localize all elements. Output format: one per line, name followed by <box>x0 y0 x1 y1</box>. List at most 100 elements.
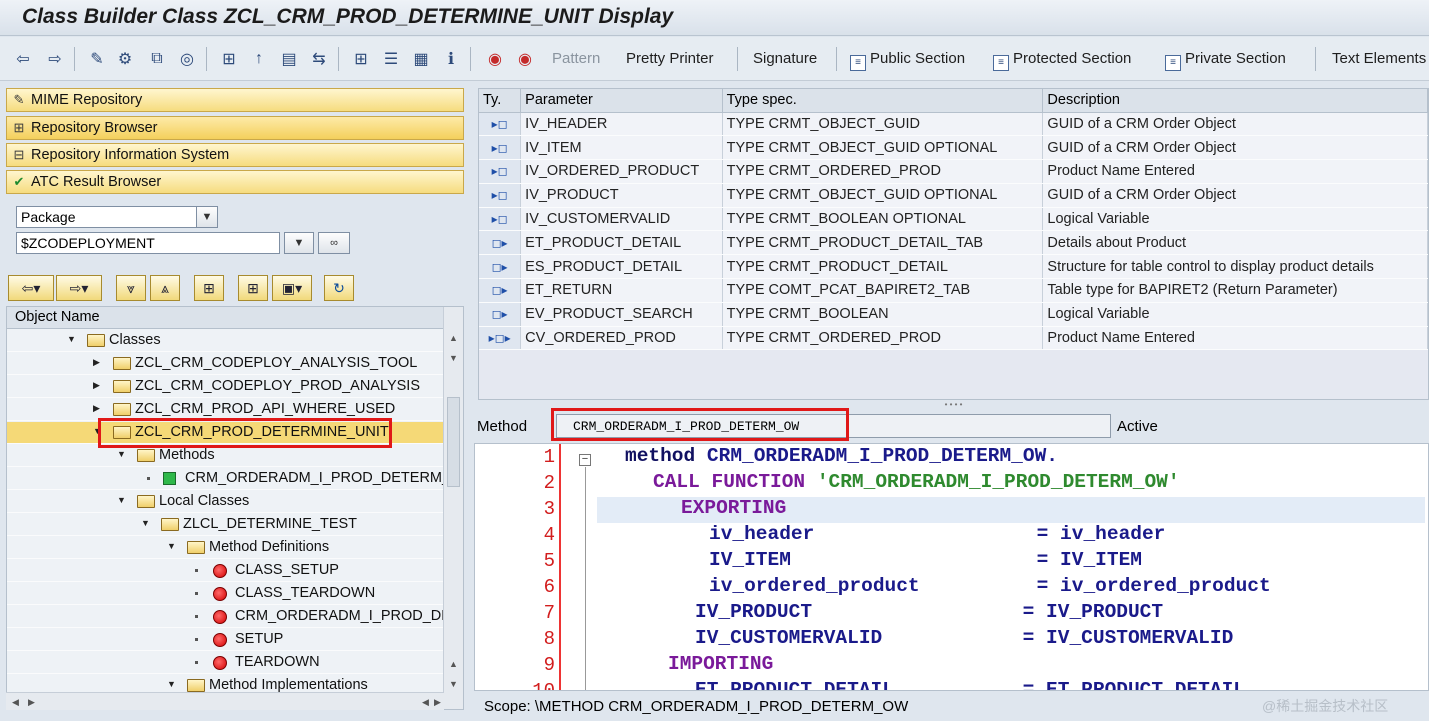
expand-right-icon[interactable]: ▶ <box>93 380 103 391</box>
scroll-right-icon[interactable]: ▶ <box>28 697 35 708</box>
line-number: 5 <box>543 550 555 572</box>
tree-item-local-classes[interactable]: ▼ Local Classes <box>7 491 444 513</box>
scroll-thumb[interactable] <box>447 397 460 487</box>
back-arrow-icon[interactable]: ⇦ <box>12 48 34 70</box>
scroll-left-icon[interactable]: ◀ <box>422 697 429 708</box>
refresh-icon[interactable]: ↻ <box>324 275 354 301</box>
where-used-icon[interactable]: ◎ <box>176 48 198 70</box>
object-name-input[interactable]: $ZCODEPLOYMENT <box>16 232 280 254</box>
tree-item-test-method[interactable]: SETUP <box>7 629 444 651</box>
code-editor[interactable]: 1 2 3 4 5 6 7 8 9 10 − method CRM_ORDERA… <box>474 443 1429 691</box>
scroll-down-icon[interactable]: ▼ <box>449 679 458 689</box>
nav-back-icon[interactable]: ⇦▾ <box>8 275 54 301</box>
table-row[interactable]: ◻▸ ET_PRODUCT_DETAIL TYPE CRMT_PRODUCT_DET… <box>479 230 1428 256</box>
scroll-left-icon[interactable]: ◀ <box>12 697 19 708</box>
private-section-button[interactable]: ≡ Private Section <box>1165 50 1286 71</box>
info-icon[interactable]: ℹ <box>440 48 462 70</box>
table-row[interactable]: ▸◻ IV_HEADER TYPE CRMT_OBJECT_GUID GUID of … <box>479 112 1428 137</box>
repository-information-system-button[interactable]: ⊟ Repository Information System <box>6 143 464 167</box>
display-glasses-icon[interactable]: ∞ <box>318 232 350 254</box>
table-row[interactable]: ◻▸ ES_PRODUCT_DETAIL TYPE CRMT_PRODUCT_DET… <box>479 254 1428 280</box>
scroll-right-icon[interactable]: ▶ <box>434 697 441 708</box>
table-row[interactable]: ▸◻▸ CV_ORDERED_PROD TYPE CRMT_ORDERED_PROD… <box>479 326 1428 351</box>
protected-section-label: Protected Section <box>1013 50 1132 67</box>
toolbar-separator <box>737 47 738 71</box>
source-code-icon[interactable]: ◉ <box>484 48 506 70</box>
table-row[interactable]: ◻▸ EV_PRODUCT_SEARCH TYPE CRMT_BOOLEAN Logi… <box>479 302 1428 327</box>
table-row[interactable]: ▸◻ IV_CUSTOMERVALID TYPE CRMT_BOOLEAN OPTI… <box>479 207 1428 232</box>
tree-vertical-scrollbar[interactable]: ▲ ▼ ▲ ▼ <box>443 307 463 709</box>
forward-arrow-icon[interactable]: ⇨ <box>44 48 66 70</box>
scroll-up-icon[interactable]: ▲ <box>449 659 458 669</box>
tree-item-method-definitions[interactable]: ▼ Method Definitions <box>7 537 444 559</box>
column-header-parameter[interactable]: Parameter <box>520 89 723 113</box>
expand-down-icon[interactable]: ▼ <box>167 679 177 689</box>
importing-param-icon: ▸◻ <box>479 112 522 137</box>
pattern-button[interactable]: Pattern <box>552 50 600 67</box>
object-name-dropdown-icon[interactable]: ▼ <box>284 232 314 254</box>
repository-browser-button[interactable]: ⊞ Repository Browser <box>6 116 464 140</box>
protected-section-button[interactable]: ≡ Protected Section <box>993 50 1131 71</box>
tree-item-classes[interactable]: ▼ Classes <box>7 330 444 352</box>
tree-horizontal-scrollbar[interactable]: ◀ ▶ ◀ ▶ <box>6 692 444 710</box>
tree-item-class[interactable]: ▶ ZCL_CRM_CODEPLOY_ANALYSIS_TOOL <box>7 353 444 375</box>
tree-item-method[interactable]: CRM_ORDERADM_I_PROD_DETERM_OW <box>7 468 444 490</box>
expand-right-icon[interactable]: ▶ <box>93 403 103 414</box>
other-object-icon[interactable]: ⚙ <box>114 48 136 70</box>
expand-down-icon[interactable]: ▼ <box>141 518 151 528</box>
expand-down-icon[interactable]: ▼ <box>117 449 127 459</box>
tree-item-test-method[interactable]: TEARDOWN <box>7 652 444 674</box>
object-type-select[interactable]: Package <box>16 206 218 228</box>
hierarchy-icon[interactable]: ⊞ <box>218 48 240 70</box>
repository-icon[interactable]: ☰ <box>380 48 402 70</box>
enhance-icon[interactable]: ↑ <box>248 48 270 70</box>
code-keyword: CALL FUNCTION <box>653 471 806 493</box>
signature-button[interactable]: Signature <box>753 50 817 67</box>
scroll-down-icon[interactable]: ▼ <box>449 353 458 363</box>
activate-icon[interactable]: ⧉ <box>146 48 168 70</box>
expand-down-icon[interactable]: ▼ <box>117 495 127 505</box>
param-type: TYPE CRMT_OBJECT_GUID <box>722 112 1044 137</box>
atc-result-browser-button[interactable]: ✔ ATC Result Browser <box>6 170 464 194</box>
breakpoint-icon[interactable]: ◉ <box>514 48 536 70</box>
pretty-printer-button[interactable]: Pretty Printer <box>626 50 714 67</box>
tree-item-local-class[interactable]: ▼ ZLCL_DETERMINE_TEST <box>7 514 444 536</box>
column-header-type[interactable]: Ty. <box>479 89 522 113</box>
display-object-icon[interactable]: ▣▾ <box>272 275 312 301</box>
collapse-all-icon[interactable]: ⩓ <box>150 275 180 301</box>
code-line: IV_CUSTOMERVALID = IV_CUSTOMERVALID <box>695 627 1234 649</box>
scroll-up-icon[interactable]: ▲ <box>449 333 458 343</box>
nav-forward-icon[interactable]: ⇨▾ <box>56 275 102 301</box>
display-object-list-icon[interactable]: ▤ <box>278 48 300 70</box>
column-header-type-spec[interactable]: Type spec. <box>722 89 1044 113</box>
tree-item-test-method[interactable]: CLASS_SETUP <box>7 560 444 582</box>
mime-repository-button[interactable]: ✎ MIME Repository <box>6 88 464 112</box>
navigate-icon[interactable]: ⇆ <box>308 48 330 70</box>
test-method-icon <box>213 587 227 601</box>
column-header-description[interactable]: Description <box>1042 89 1428 113</box>
hierarchy-icon[interactable]: ⊞ <box>238 275 268 301</box>
layout-icon[interactable]: ▦ <box>410 48 432 70</box>
change-icon[interactable]: ✎ <box>86 48 108 70</box>
binoculars-icon[interactable]: ⊞ <box>194 275 224 301</box>
tree-item-test-method[interactable]: CLASS_TEARDOWN <box>7 583 444 605</box>
object-tree-icon[interactable]: ⊞ <box>350 48 372 70</box>
param-description: GUID of a CRM Order Object <box>1042 183 1428 208</box>
tree-item-test-method[interactable]: CRM_ORDERADM_I_PROD_DETERM_OW <box>7 606 444 628</box>
bullet-icon <box>195 638 198 641</box>
param-name: ES_PRODUCT_DETAIL <box>520 254 723 280</box>
pane-splitter[interactable]: • • • • <box>478 400 1429 409</box>
text-elements-button[interactable]: Text Elements <box>1332 50 1426 67</box>
expand-right-icon[interactable]: ▶ <box>93 357 103 368</box>
public-section-button[interactable]: ≡ Public Section <box>850 50 965 71</box>
expand-down-icon[interactable]: ▼ <box>67 334 77 344</box>
table-row[interactable]: ▸◻ IV_ORDERED_PRODUCT TYPE CRMT_ORDERED_PR… <box>479 159 1428 184</box>
tree-item-class[interactable]: ▶ ZCL_CRM_CODEPLOY_PROD_ANALYSIS <box>7 376 444 398</box>
table-row[interactable]: ▸◻ IV_PRODUCT TYPE CRMT_OBJECT_GUID OPTION… <box>479 183 1428 208</box>
object-type-dropdown-icon[interactable]: ▼ <box>196 206 218 228</box>
tree-item-methods[interactable]: ▼ Methods <box>7 445 444 467</box>
expand-down-icon[interactable]: ▼ <box>167 541 177 551</box>
table-row[interactable]: ◻▸ ET_RETURN TYPE COMT_PCAT_BAPIRET2_TAB Ta… <box>479 278 1428 303</box>
table-row[interactable]: ▸◻ IV_ITEM TYPE CRMT_OBJECT_GUID OPTIONAL G… <box>479 135 1428 161</box>
expand-all-icon[interactable]: ⩔ <box>116 275 146 301</box>
